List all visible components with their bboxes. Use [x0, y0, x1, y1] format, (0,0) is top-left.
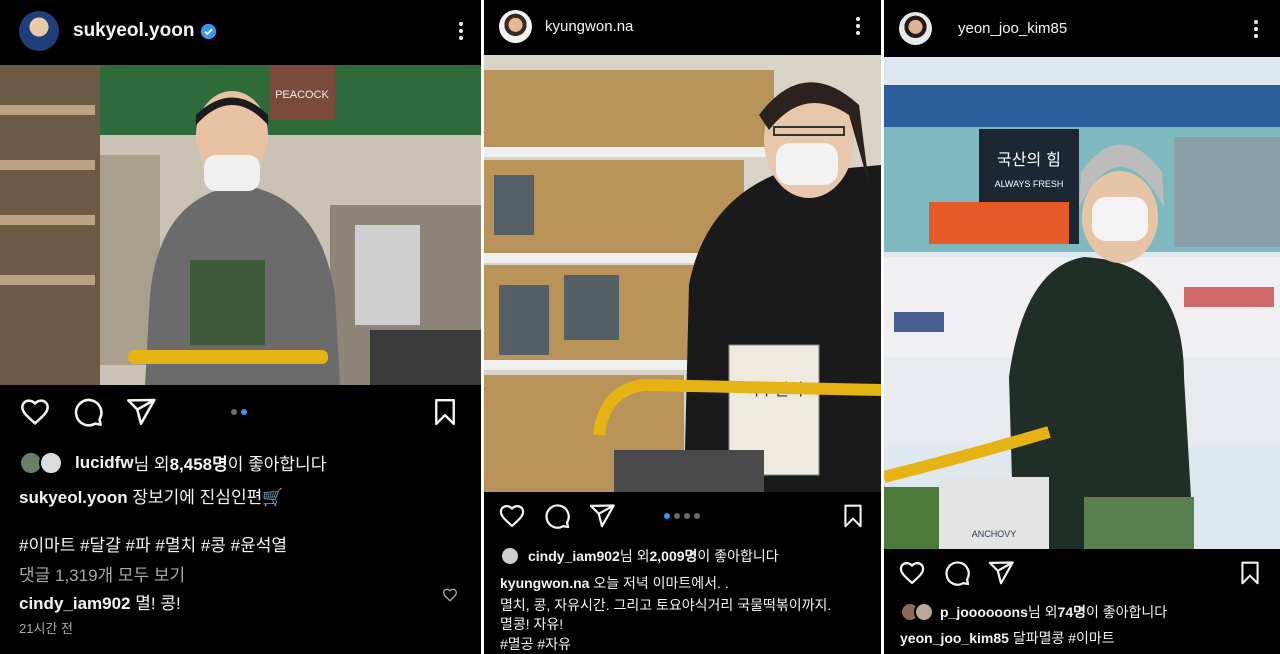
- comment-like-heart-icon[interactable]: [442, 587, 458, 603]
- share-icon[interactable]: [987, 559, 1015, 587]
- likes-count[interactable]: 8,458명: [170, 450, 228, 475]
- liker-avatars: [500, 546, 522, 566]
- liker-username[interactable]: lucidfw: [75, 453, 134, 473]
- caption-username[interactable]: yeon_joo_kim85: [900, 630, 1009, 646]
- caption: sukyeol.yoon 장보기에 진심인편🛒: [19, 483, 283, 508]
- liker-username[interactable]: cindy_iam902: [528, 548, 620, 564]
- store-sign-title: 국산의 힘: [997, 150, 1061, 169]
- post-card-1: sukyeol.yoon PEACOCK lucidfw 님 외 8,458명 …: [0, 0, 481, 654]
- comment-username[interactable]: cindy_iam902: [19, 594, 131, 613]
- view-all-comments-link[interactable]: 댓글 1,319개 모두 보기: [19, 561, 185, 586]
- caption: kyungwon.na 오늘 저녁 이마트에서. .: [500, 573, 729, 593]
- store-sign-subtitle: ALWAYS FRESH: [995, 179, 1064, 189]
- post-timestamp: 21시간 전: [19, 621, 73, 636]
- action-bar: [884, 559, 1280, 599]
- share-icon[interactable]: [125, 396, 157, 428]
- carousel-dots: [231, 409, 247, 415]
- avatar[interactable]: [899, 12, 932, 45]
- comment-icon[interactable]: [543, 502, 571, 530]
- caption-line-3: 멸콩! 자유!: [500, 616, 564, 632]
- caption-username[interactable]: sukyeol.yoon: [19, 488, 128, 507]
- likes-middle: 님 외: [1027, 604, 1058, 620]
- likes-middle: 님 외: [133, 455, 170, 474]
- caption-line-2: 멸치, 콩, 자유시간. 그리고 토요야식거리 국물떡볶이까지.: [500, 597, 832, 613]
- comment-icon[interactable]: [72, 396, 104, 428]
- bookmark-icon[interactable]: [840, 502, 866, 530]
- hashtags[interactable]: #멸공 #자유: [500, 634, 571, 654]
- username[interactable]: yeon_joo_kim85: [958, 20, 1067, 37]
- likes-line: p_joooooons 님 외 74명 이 좋아합니다: [900, 602, 1167, 622]
- caption-text: 장보기에 진심인편🛒: [132, 488, 284, 507]
- likes-suffix: 이 좋아합니다: [697, 548, 779, 564]
- post-card-2: kyungwon.na 여수멸치 cindy_iam902 님 외 2,009명…: [484, 0, 881, 654]
- bookmark-icon[interactable]: [430, 396, 460, 428]
- liker-avatars: [900, 602, 936, 622]
- like-heart-icon[interactable]: [19, 396, 51, 428]
- peacock-sign: PEACOCK: [275, 89, 329, 101]
- comment-icon[interactable]: [943, 559, 971, 587]
- liker-avatars: [19, 450, 69, 475]
- avatar[interactable]: [499, 9, 532, 43]
- post-photo[interactable]: 국산의 힘 ALWAYS FRESH ANCHOVY: [884, 57, 1280, 549]
- caption: yeon_joo_kim85 달파멸콩 #이마트: [900, 628, 1115, 648]
- likes-suffix: 이 좋아합니다: [1086, 604, 1168, 620]
- share-icon[interactable]: [588, 502, 616, 530]
- more-options-icon[interactable]: [856, 14, 860, 38]
- likes-suffix: 이 좋아합니다: [227, 455, 327, 474]
- username[interactable]: sukyeol.yoon: [73, 20, 194, 42]
- likes-line: lucidfw 님 외 8,458명 이 좋아합니다: [19, 450, 326, 475]
- avatar[interactable]: [19, 11, 59, 51]
- caption-username[interactable]: kyungwon.na: [500, 575, 589, 591]
- top-comment: cindy_iam902 멸! 콩!: [19, 589, 181, 614]
- verified-badge-icon: [201, 23, 217, 39]
- hashtags[interactable]: #이마트 #달걀 #파 #멸치 #콩 #윤석열: [19, 531, 287, 556]
- likes-count[interactable]: 74명: [1058, 602, 1086, 622]
- more-options-icon[interactable]: [459, 19, 463, 43]
- anchovy-bag-label: ANCHOVY: [972, 529, 1017, 539]
- like-heart-icon[interactable]: [898, 559, 926, 587]
- post-header: kyungwon.na: [484, 0, 881, 52]
- more-options-icon[interactable]: [1254, 17, 1258, 41]
- username[interactable]: kyungwon.na: [545, 18, 633, 35]
- caption-text: 오늘 저녁 이마트에서. .: [593, 575, 729, 591]
- post-card-3: yeon_joo_kim85 국산의 힘 ALWAYS FRESH ANCHOV…: [884, 0, 1280, 654]
- like-heart-icon[interactable]: [498, 502, 526, 530]
- action-bar: [0, 396, 481, 436]
- post-photo[interactable]: 여수멸치: [484, 55, 881, 492]
- action-bar: [484, 502, 881, 542]
- post-header: sukyeol.yoon: [0, 0, 481, 62]
- liker-username[interactable]: p_joooooons: [940, 604, 1028, 620]
- post-photo[interactable]: PEACOCK: [0, 65, 481, 385]
- post-header: yeon_joo_kim85: [884, 0, 1280, 57]
- likes-middle: 님 외: [619, 548, 650, 564]
- bookmark-icon[interactable]: [1237, 559, 1263, 587]
- likes-count[interactable]: 2,009명: [650, 546, 698, 566]
- likes-line: cindy_iam902 님 외 2,009명 이 좋아합니다: [500, 546, 779, 566]
- carousel-dots: [664, 513, 700, 519]
- comment-text: 멸! 콩!: [135, 594, 181, 613]
- caption-text: 달파멸콩 #이마트: [1012, 630, 1115, 646]
